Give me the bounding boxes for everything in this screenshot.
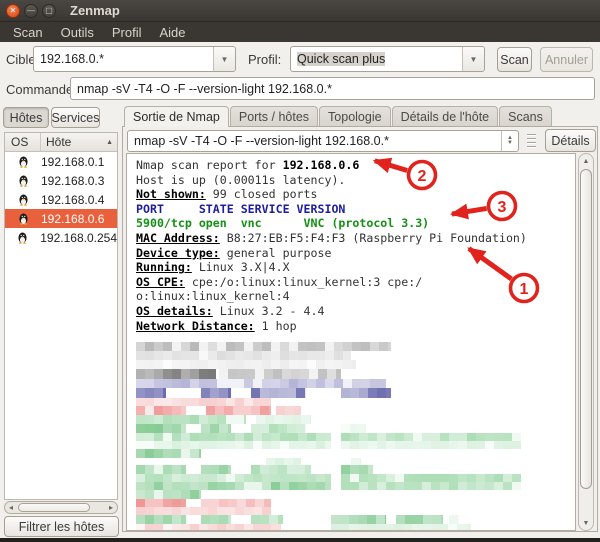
scroll-left-icon[interactable]: ◂ [9,502,13,513]
notebook-frame: nmap -sV -T4 -O -F --version-light 192.1… [122,126,598,532]
menu-aide[interactable]: Aide [151,25,195,40]
tab-topologie[interactable]: Topologie [319,106,391,126]
output-line: Host is up (0.00011s latency). [136,173,527,188]
target-combobox[interactable]: 192.168.0.* ▼ [33,46,236,72]
stepper-down-icon: ▼ [507,141,513,146]
host-list: OS Hôte ▲ 192.168.0.1 192.168.0.3 192.168.… [4,132,118,500]
menubar: ScanOutilsProfilAide [0,22,600,42]
host-address[interactable]: 192.168.0.4 [41,193,117,207]
window-title: Zenmap [70,3,120,18]
command-label: Commande: [6,82,77,97]
linux-os-icon [17,155,30,168]
output-line: MAC Address: B8:27:EB:F5:F4:F3 (Raspberr… [136,231,527,246]
linux-os-icon [17,193,30,206]
output-line: Not shown: 99 closed ports [136,187,527,202]
tab-ports-h-tes[interactable]: Ports / hôtes [230,106,318,126]
host-row[interactable]: 192.168.0.254 [5,228,117,247]
titlebar: ✕ — ▢ Zenmap [0,0,600,22]
host-address[interactable]: 192.168.0.1 [41,155,117,169]
output-line: OS CPE: cpe:/o:linux:linux_kernel:3 cpe:… [136,275,527,290]
scan-button[interactable]: Scan [497,47,532,72]
nmap-output[interactable]: Nmap scan report for 192.168.0.6Host is … [126,153,576,531]
linux-os-icon [17,212,30,225]
host-column-header[interactable]: Hôte ▲ [41,133,117,151]
sort-ascending-icon: ▲ [106,139,113,146]
profile-combobox[interactable]: Quick scan plus ▼ [290,46,485,72]
output-line: Device type: general purpose [136,246,527,261]
services-toggle-button[interactable]: Services [51,107,100,128]
nmap-output-text: Nmap scan report for 192.168.0.6Host is … [136,158,527,333]
linux-os-icon [17,174,30,187]
host-address[interactable]: 192.168.0.254 [40,231,117,245]
notebook: Sortie de NmapPorts / hôtesTopologieDéta… [122,106,598,532]
target-value[interactable]: 192.168.0.* [34,47,213,71]
tab-sortie-de-nmap[interactable]: Sortie de Nmap [124,106,229,127]
scroll-down-icon[interactable]: ▼ [579,516,593,530]
output-vscrollbar[interactable]: ▲ ▼ [578,153,594,531]
details-button[interactable]: Détails [545,129,596,152]
profile-label: Profil: [248,52,281,67]
linux-os-icon [16,231,29,244]
window-controls: ✕ — ▢ [6,4,60,18]
output-line: PORT STATE SERVICE VERSION [136,202,527,217]
menu-outils[interactable]: Outils [52,25,103,40]
zenmap-window: ✕—▢ Zenmap ScanOutilsProfilAide Cible: 1… [0,0,600,542]
output-line: Nmap scan report for 192.168.0.6 [136,158,527,173]
dropdown-arrow-icon[interactable]: ▼ [213,47,235,71]
host-list-header: OS Hôte ▲ [5,133,117,152]
scan-combo-stepper[interactable]: ▲▼ [501,131,518,151]
output-line: 5900/tcp open vnc VNC (protocol 3.3) [136,216,527,231]
host-row[interactable]: 192.168.0.3 [5,171,117,190]
hscrollbar-thumb[interactable] [18,503,90,512]
scan-combo-value[interactable]: nmap -sV -T4 -O -F --version-light 192.1… [128,131,501,151]
host-row[interactable]: 192.168.0.4 [5,190,117,209]
output-line: Network Distance: 1 hop [136,319,527,334]
hosts-toggle-button[interactable]: Hôtes [3,107,49,128]
host-address[interactable]: 192.168.0.6 [41,212,117,226]
vscrollbar-thumb[interactable] [580,169,592,489]
maximize-icon[interactable]: ▢ [42,4,56,18]
scroll-up-icon[interactable]: ▲ [579,154,593,168]
os-column-header[interactable]: OS [5,133,41,151]
host-list-hscrollbar[interactable]: ◂ ▸ [4,501,118,514]
dropdown-arrow-icon[interactable]: ▼ [462,47,484,71]
output-line: Running: Linux 3.X|4.X [136,260,527,275]
output-line: OS details: Linux 3.2 - 4.4 [136,304,527,319]
host-row[interactable]: 192.168.0.6 [5,209,117,228]
tab-bar: Sortie de NmapPorts / hôtesTopologieDéta… [124,106,553,127]
scan-result-combobox[interactable]: nmap -sV -T4 -O -F --version-light 192.1… [127,130,519,152]
scroll-right-icon[interactable]: ▸ [109,502,113,513]
host-address[interactable]: 192.168.0.3 [41,174,117,188]
profile-value[interactable]: Quick scan plus [291,47,462,71]
detach-handle-icon[interactable] [527,134,536,148]
tab-scans[interactable]: Scans [499,106,552,126]
host-row[interactable]: 192.168.0.1 [5,152,117,171]
command-input[interactable]: nmap -sV -T4 -O -F --version-light 192.1… [70,77,595,100]
menu-profil[interactable]: Profil [103,25,151,40]
menu-scan[interactable]: Scan [4,25,52,40]
filter-hosts-button[interactable]: Filtrer les hôtes [4,516,119,537]
minimize-icon[interactable]: — [24,4,38,18]
cancel-button[interactable]: Annuler [540,47,593,72]
tab-d-tails-de-l-h-te[interactable]: Détails de l'hôte [392,106,499,126]
window-bottom-edge [0,538,600,542]
output-line: o:linux:linux_kernel:4 [136,289,527,304]
close-icon[interactable]: ✕ [6,4,20,18]
